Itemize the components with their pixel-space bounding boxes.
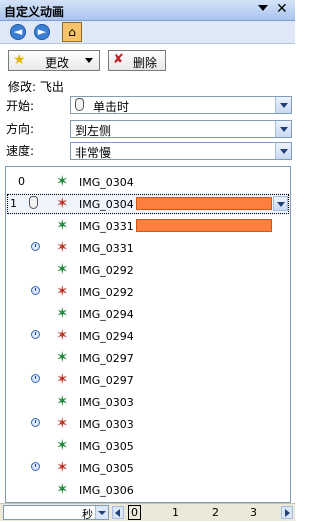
scroll-right-icon[interactable] [281, 506, 293, 519]
list-item[interactable]: ✶ IMG_0297 [6, 369, 290, 391]
speed-select[interactable]: 非常慢 [70, 142, 292, 160]
panel-title: 自定义动画 [4, 3, 64, 20]
entrance-effect-icon: ✶ [56, 260, 69, 278]
item-name: IMG_0306 [79, 484, 134, 497]
clock-icon [31, 330, 40, 339]
list-item[interactable]: ✶ IMG_0306 [6, 479, 290, 501]
clock-icon [31, 374, 40, 383]
forward-icon[interactable]: ► [34, 24, 50, 40]
list-item[interactable]: ✶ IMG_0303 [6, 391, 290, 413]
exit-effect-icon: ✶ [56, 238, 69, 256]
list-item[interactable]: ✶ IMG_0305 [6, 435, 290, 457]
entrance-effect-icon: ✶ [56, 436, 69, 454]
step-number: 1 [10, 197, 17, 210]
change-effect-label: 更改 [45, 54, 69, 71]
chevron-down-icon[interactable] [275, 143, 291, 159]
item-name: IMG_0331 [79, 242, 134, 255]
timeline-tick: 1 [172, 506, 179, 519]
item-name: IMG_0331 [79, 220, 134, 233]
chevron-down-icon [85, 58, 93, 63]
item-name: IMG_0303 [79, 396, 134, 409]
list-item[interactable]: ✶ IMG_0294 [6, 325, 290, 347]
mouse-click-icon [75, 98, 84, 111]
chevron-down-icon[interactable] [275, 121, 291, 137]
chevron-down-icon[interactable] [95, 506, 108, 519]
star-icon: ★ [13, 52, 26, 68]
exit-effect-icon: ✶ [56, 282, 69, 300]
speed-label: 速度: [6, 142, 34, 159]
entrance-effect-icon: ✶ [56, 392, 69, 410]
back-icon[interactable]: ◄ [10, 24, 26, 40]
step-number: 0 [18, 175, 25, 188]
direction-select[interactable]: 到左侧 [70, 120, 292, 138]
entrance-effect-icon: ✶ [56, 304, 69, 322]
entrance-effect-icon: ✶ [56, 348, 69, 366]
close-icon[interactable]: ✕ [276, 1, 288, 17]
delete-icon: ✘ [113, 52, 124, 67]
speed-value: 非常慢 [75, 144, 111, 161]
list-item[interactable]: ✶ IMG_0305 [6, 457, 290, 479]
time-unit-label: 秒 [82, 506, 93, 522]
list-item[interactable]: ✶ IMG_0292 [6, 259, 290, 281]
entrance-effect-icon: ✶ [56, 480, 69, 498]
start-label: 开始: [6, 97, 34, 114]
item-name: IMG_0304 [79, 176, 134, 189]
exit-effect-icon: ✶ [56, 326, 69, 344]
chevron-down-icon[interactable] [273, 196, 288, 211]
item-name: IMG_0292 [79, 286, 134, 299]
start-value: 单击时 [93, 98, 129, 115]
remove-effect-button[interactable]: ✘ 删除 [108, 50, 166, 71]
list-item[interactable]: ✶ IMG_0294 [6, 303, 290, 325]
item-name: IMG_0292 [79, 264, 134, 277]
timeline-tick: 2 [212, 506, 219, 519]
clock-icon [31, 242, 40, 251]
clock-icon [31, 286, 40, 295]
list-item[interactable]: 0 ✶ IMG_0304 [6, 171, 290, 193]
list-item-selected[interactable]: 1 ✶ IMG_0304 [6, 193, 290, 215]
chevron-down-icon[interactable] [275, 97, 291, 113]
timeline-bar-footer: 秒 0 1 2 3 [0, 503, 295, 521]
start-select[interactable]: 单击时 [70, 96, 292, 114]
navigation-bar: ◄ ► ⌂ [0, 21, 295, 44]
panel-menu-dropdown-icon[interactable] [258, 5, 268, 11]
timeline-tick: 0 [128, 505, 141, 520]
exit-effect-icon: ✶ [56, 414, 69, 432]
list-item[interactable]: ✶ IMG_0331 [6, 215, 290, 237]
panel-titlebar: 自定义动画 ✕ [0, 0, 295, 21]
list-item[interactable]: ✶ IMG_0303 [6, 413, 290, 435]
list-item[interactable]: ✶ IMG_0292 [6, 281, 290, 303]
modify-label: 修改: 飞出 [8, 78, 64, 95]
mouse-click-icon [29, 196, 38, 209]
list-item[interactable]: ✶ IMG_0297 [6, 347, 290, 369]
timeline-bar[interactable] [136, 219, 272, 232]
timeline-bar[interactable] [136, 197, 272, 210]
clock-icon [31, 418, 40, 427]
timeline-tick: 3 [250, 506, 257, 519]
time-unit-select[interactable]: 秒 [3, 505, 109, 520]
direction-value: 到左侧 [75, 122, 111, 139]
scroll-left-icon[interactable] [112, 506, 124, 519]
home-icon[interactable]: ⌂ [62, 22, 82, 42]
exit-effect-icon: ✶ [56, 194, 69, 212]
item-name: IMG_0294 [79, 308, 134, 321]
exit-effect-icon: ✶ [56, 458, 69, 476]
item-name: IMG_0305 [79, 440, 134, 453]
item-name: IMG_0303 [79, 418, 134, 431]
clock-icon [31, 462, 40, 471]
remove-effect-label: 删除 [133, 54, 157, 71]
entrance-effect-icon: ✶ [56, 216, 69, 234]
item-name: IMG_0297 [79, 374, 134, 387]
item-name: IMG_0305 [79, 462, 134, 475]
item-name: IMG_0294 [79, 330, 134, 343]
change-effect-button[interactable]: ★ 更改 [8, 50, 100, 71]
item-name: IMG_0297 [79, 352, 134, 365]
direction-label: 方向: [6, 120, 34, 137]
exit-effect-icon: ✶ [56, 370, 69, 388]
entrance-effect-icon: ✶ [56, 172, 69, 190]
item-name: IMG_0304 [79, 198, 134, 211]
list-item[interactable]: ✶ IMG_0331 [6, 237, 290, 259]
animation-list[interactable]: 0 ✶ IMG_0304 1 ✶ IMG_0304 ✶ IMG_0331 ✶ I… [5, 166, 291, 503]
